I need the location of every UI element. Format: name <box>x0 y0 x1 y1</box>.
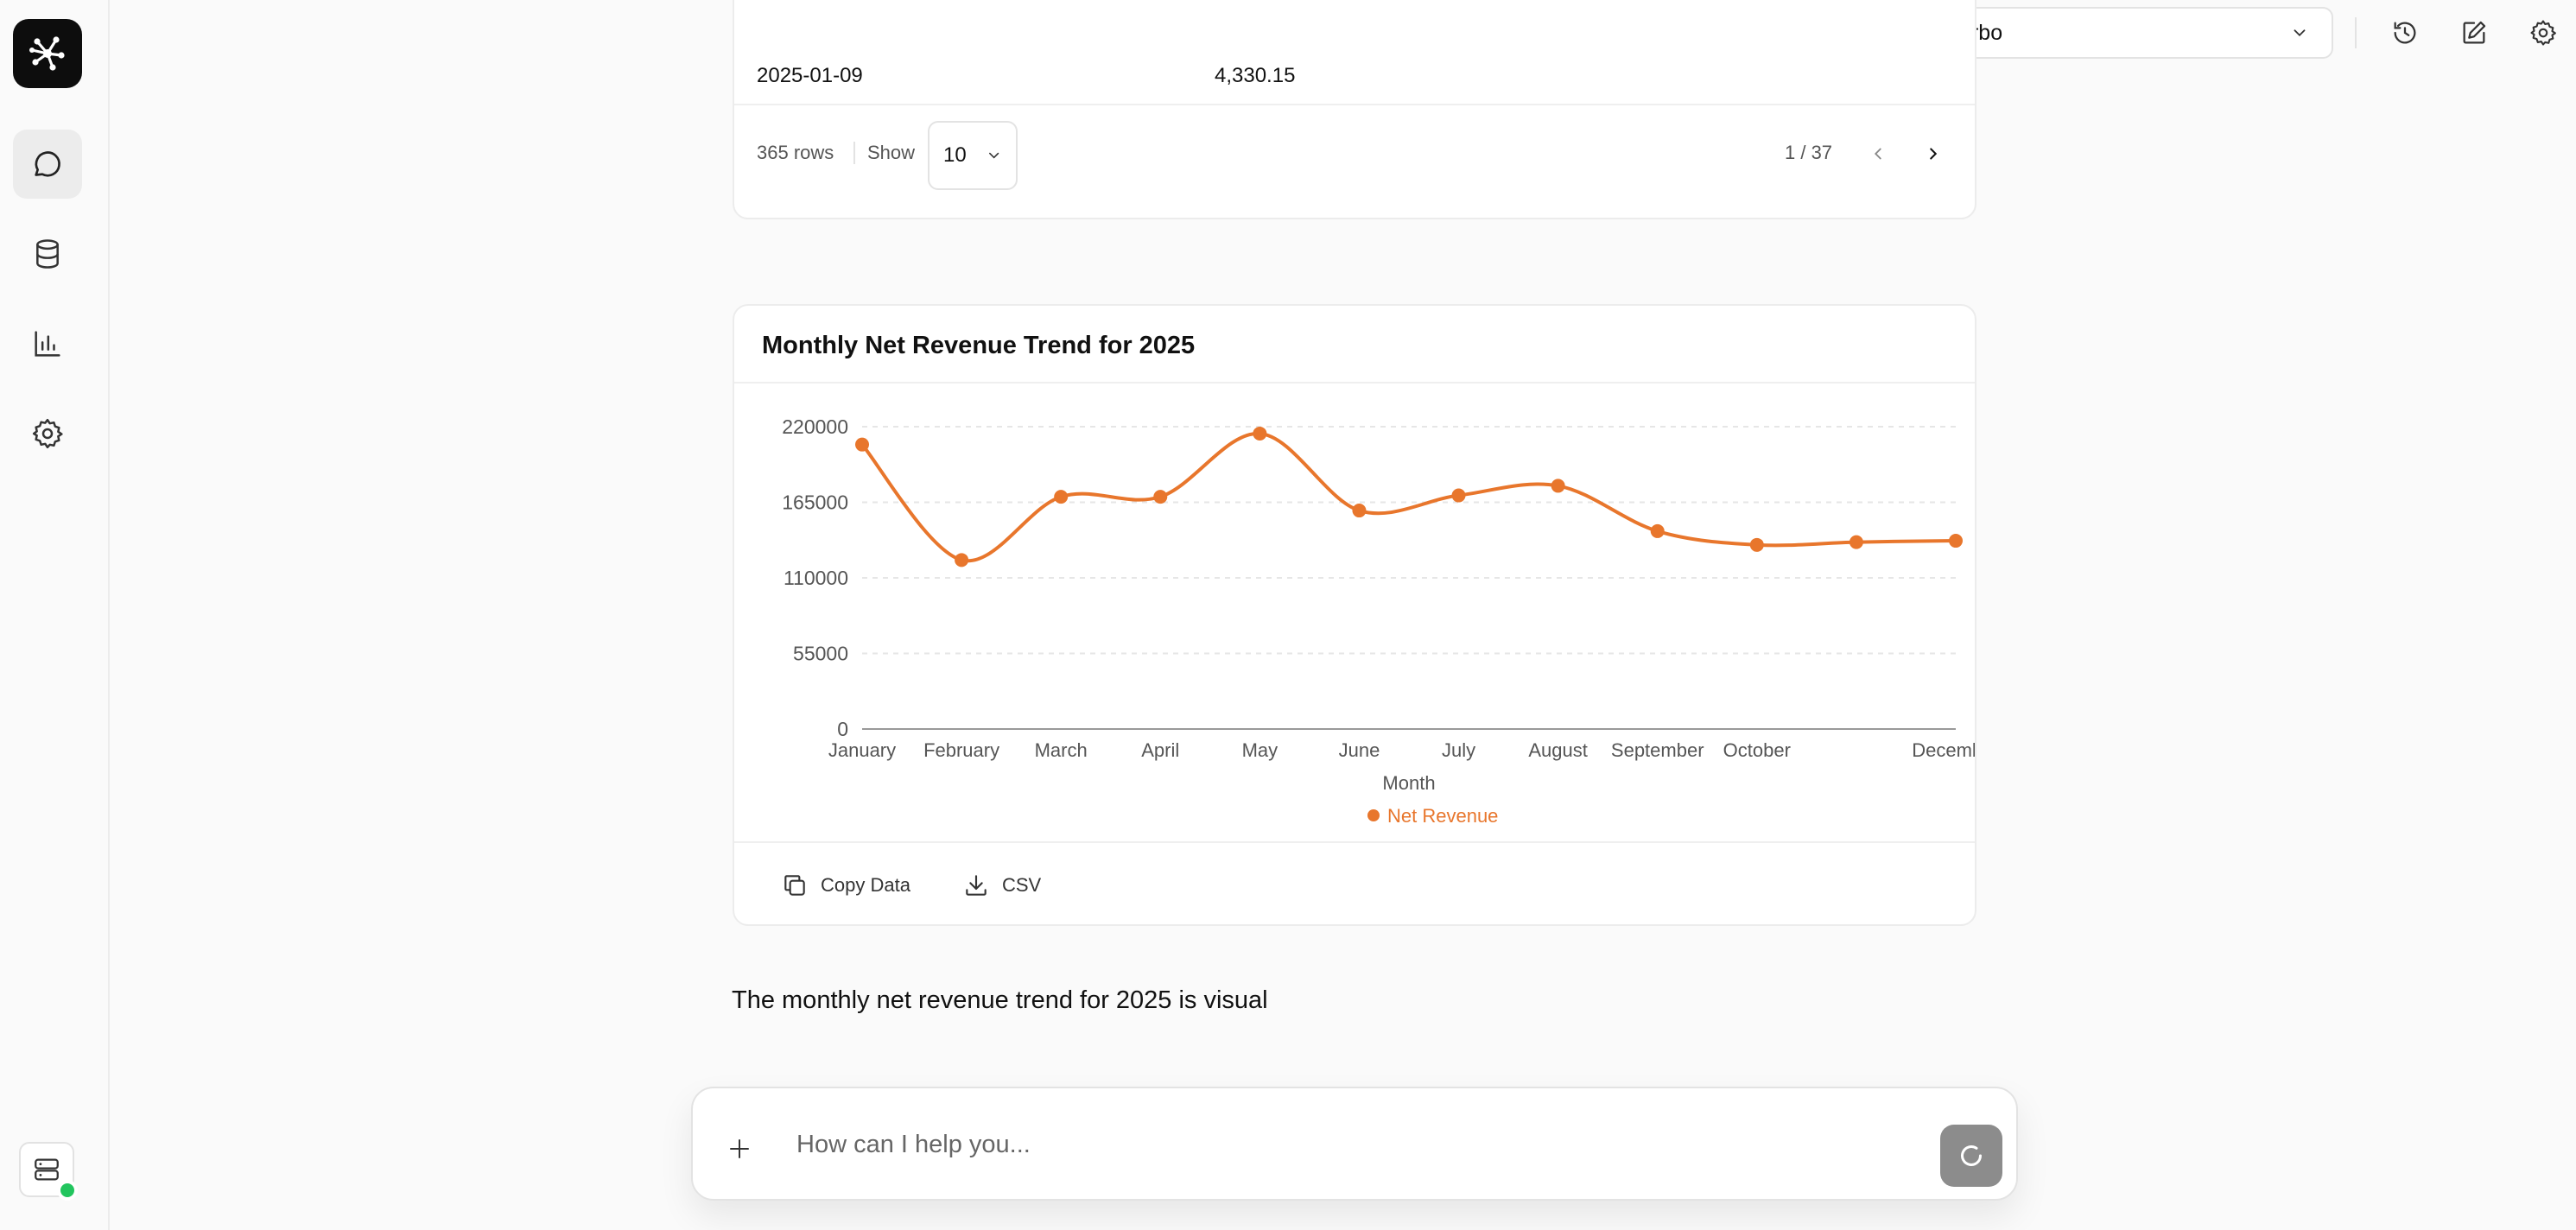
x-tick-label: February <box>923 739 999 761</box>
attach-button[interactable] <box>722 1132 757 1166</box>
data-point <box>855 437 869 452</box>
y-tick-label: 0 <box>837 718 848 740</box>
chart-title: Monthly Net Revenue Trend for 2025 <box>734 306 1975 384</box>
sidebar <box>0 0 110 1230</box>
logo-icon <box>29 36 65 71</box>
x-tick-label: August <box>1528 739 1588 761</box>
data-point <box>1949 534 1963 548</box>
x-tick-label: April <box>1141 739 1179 761</box>
history-icon <box>2394 22 2416 44</box>
online-status-dot <box>57 1180 78 1201</box>
y-tick-label: 165000 <box>782 491 848 514</box>
sidebar-item-settings[interactable] <box>13 399 82 468</box>
chart-actions: Copy Data CSV <box>734 841 1975 924</box>
line-chart: 0 55000 110000 165000 220000 January February M… <box>782 415 1976 827</box>
new-chat-button[interactable] <box>2457 16 2491 50</box>
legend-marker <box>1367 809 1380 821</box>
y-tick-label: 55000 <box>793 643 848 665</box>
chevron-left-icon <box>1874 148 1881 160</box>
rows-count: 365 rows <box>757 142 834 163</box>
data-point <box>955 553 969 567</box>
data-point <box>1054 490 1069 504</box>
data-table-card: 2025-01-09 4,330.15 365 rows Show 10 1 /… <box>733 0 1976 219</box>
table-cell-value: 4,330.15 <box>1215 64 1296 87</box>
sidebar-item-database[interactable] <box>13 219 82 288</box>
data-point <box>1451 488 1466 503</box>
send-button[interactable] <box>1940 1125 2002 1187</box>
download-icon <box>966 875 987 896</box>
x-tick-label: December <box>1912 739 1976 761</box>
sidebar-item-chat[interactable] <box>13 130 82 199</box>
x-tick-label: June <box>1339 739 1380 761</box>
page-size-value: 10 <box>943 143 967 167</box>
message-composer <box>691 1087 2018 1201</box>
csv-label: CSV <box>1001 874 1042 896</box>
chevron-right-icon <box>1930 148 1938 160</box>
assistant-message: The monthly net revenue trend for 2025 i… <box>732 986 1268 1014</box>
app-logo[interactable] <box>13 19 82 88</box>
x-tick-label: September <box>1611 739 1704 761</box>
chart-card: Monthly Net Revenue Trend for 2025 0 5500… <box>733 304 1976 926</box>
next-page-button[interactable] <box>1918 138 1949 169</box>
page-info: 1 / 37 <box>1785 142 1833 163</box>
table-pagination: 365 rows Show 10 1 / 37 <box>734 105 1975 204</box>
history-button[interactable] <box>2388 16 2422 50</box>
data-point <box>1253 426 1267 441</box>
x-tick-label: July <box>1442 739 1475 761</box>
gear-icon <box>2530 20 2556 46</box>
copy-data-label: Copy Data <box>821 874 910 896</box>
message-input[interactable] <box>796 1123 1833 1166</box>
x-tick-label: May <box>1242 739 1278 761</box>
copy-icon <box>784 875 805 896</box>
gear-icon <box>32 418 63 449</box>
divider <box>853 142 855 164</box>
chevron-down-icon <box>988 152 999 159</box>
data-point <box>1849 535 1863 549</box>
x-tick-label: January <box>828 739 896 761</box>
x-tick-label: October <box>1723 739 1791 761</box>
table-cell-date: 2025-01-09 <box>757 64 863 87</box>
settings-button[interactable] <box>2526 16 2560 50</box>
bar-chart-icon <box>35 331 60 357</box>
x-tick-label: March <box>1035 739 1088 761</box>
data-point <box>1352 504 1367 518</box>
csv-download-button[interactable]: CSV <box>962 872 1041 899</box>
show-label: Show <box>867 142 916 163</box>
x-axis-label: Month <box>1382 772 1435 794</box>
plus-icon <box>730 1139 749 1158</box>
database-icon <box>36 239 59 269</box>
server-icon <box>35 1158 59 1181</box>
y-tick-label: 110000 <box>784 567 848 589</box>
copy-data-button[interactable]: Copy Data <box>781 872 910 899</box>
data-point <box>1749 537 1764 552</box>
series-line <box>860 431 1957 563</box>
edit-icon <box>2463 21 2486 44</box>
topbar-divider <box>2355 17 2357 48</box>
chat-bubble-icon <box>35 151 60 177</box>
chevron-down-icon <box>2294 29 2306 37</box>
loading-spinner-icon <box>1961 1145 1982 1166</box>
data-point <box>1551 479 1565 493</box>
legend-label: Net Revenue <box>1387 805 1498 827</box>
previous-page-button[interactable] <box>1862 138 1894 169</box>
page-size-select[interactable]: 10 <box>928 121 1018 190</box>
table-row: 2025-01-09 4,330.15 <box>734 2 1975 105</box>
y-tick-label: 220000 <box>782 415 848 438</box>
data-point <box>1650 523 1665 538</box>
sidebar-item-charts[interactable] <box>13 309 82 378</box>
data-point <box>1153 490 1168 504</box>
